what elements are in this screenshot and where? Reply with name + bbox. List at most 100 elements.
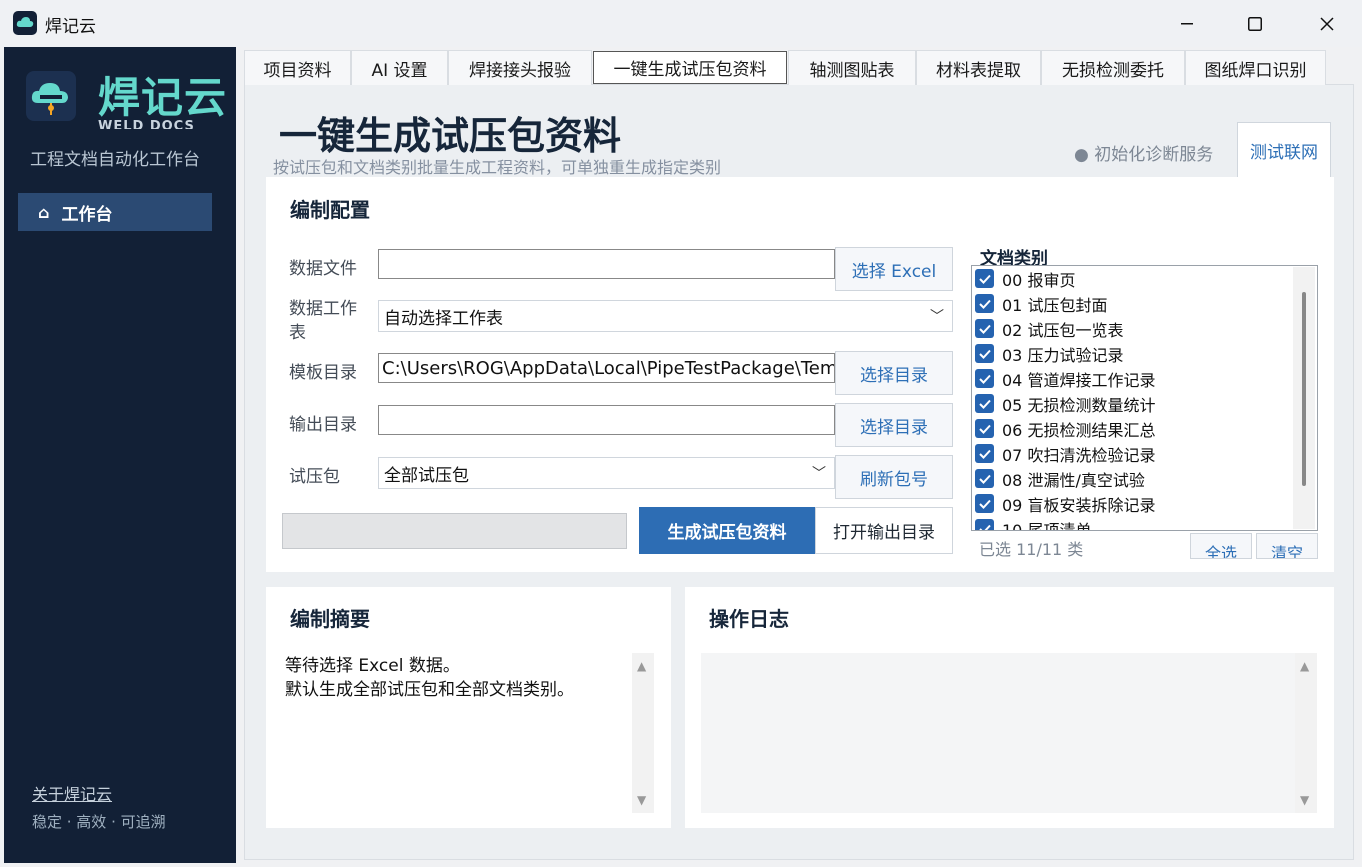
- tab-weld-joint-inspection[interactable]: 焊接接头报验: [448, 50, 592, 85]
- tab-generate-test-package[interactable]: 一键生成试压包资料: [593, 51, 787, 84]
- worksheet-select[interactable]: 自动选择工作表 ﹀: [378, 300, 953, 332]
- page-description: 按试压包和文档类别批量生成工程资料，可单独重生成指定类别: [273, 158, 722, 177]
- sidebar-item-workbench[interactable]: ⌂ 工作台: [18, 193, 212, 231]
- tab-ai-settings[interactable]: AI 设置: [351, 50, 448, 85]
- data-file-label: 数据文件: [289, 259, 357, 279]
- summary-text[interactable]: 等待选择 Excel 数据。 默认生成全部试压包和全部文档类别。: [285, 654, 625, 702]
- doc-type-label: 02 试压包一览表: [1002, 320, 1124, 340]
- checkbox-checked-icon[interactable]: [975, 369, 994, 388]
- checkbox-checked-icon[interactable]: [975, 469, 994, 488]
- scroll-up-icon[interactable]: ▲: [1300, 659, 1309, 673]
- scroll-down-icon[interactable]: ▼: [1300, 793, 1309, 807]
- package-value: 全部试压包: [384, 465, 469, 486]
- checkbox-checked-icon[interactable]: [975, 419, 994, 438]
- tab-ndt-commission[interactable]: 无损检测委托: [1041, 50, 1185, 85]
- open-output-button[interactable]: 打开输出目录: [815, 507, 953, 554]
- refresh-package-button[interactable]: 刷新包号: [835, 455, 953, 499]
- output-dir-input[interactable]: [378, 405, 835, 435]
- scroll-up-icon[interactable]: ▲: [637, 659, 646, 673]
- list-item[interactable]: 01 试压包封面: [975, 291, 1107, 316]
- package-label: 试压包: [289, 467, 340, 487]
- select-template-dir-button[interactable]: 选择目录: [835, 351, 953, 395]
- output-dir-label: 输出目录: [289, 415, 357, 435]
- doc-type-label: 00 报审页: [1002, 270, 1076, 290]
- doc-type-label: 03 压力试验记录: [1002, 345, 1124, 365]
- select-excel-button[interactable]: 选择 Excel: [835, 247, 953, 291]
- data-file-input[interactable]: [378, 249, 835, 279]
- list-item[interactable]: 05 无损检测数量统计: [975, 391, 1155, 416]
- template-dir-input[interactable]: C:\Users\ROG\AppData\Local\PipeTestPacka…: [378, 353, 835, 383]
- doc-type-label: 09 盲板安装拆除记录: [1002, 495, 1156, 515]
- title-bar: 焊记云: [0, 0, 1362, 47]
- list-item[interactable]: 04 管道焊接工作记录: [975, 366, 1155, 391]
- sidebar: 焊记云 WELD DOCS CL 工程文档自动化工作台 ⌂ 工作台 关于焊记云 …: [4, 47, 236, 863]
- list-item[interactable]: 00 报审页: [975, 266, 1075, 291]
- checkbox-checked-icon[interactable]: [975, 394, 994, 413]
- checkbox-checked-icon[interactable]: [975, 319, 994, 338]
- list-item[interactable]: 08 泄漏性/真空试验: [975, 466, 1145, 491]
- logo-icon: [26, 71, 76, 121]
- list-item[interactable]: 10 尾项清单: [975, 516, 1092, 531]
- about-link[interactable]: 关于焊记云: [32, 781, 112, 805]
- sidebar-tagline: 工程文档自动化工作台: [30, 150, 200, 170]
- test-network-button[interactable]: 测试联网: [1237, 122, 1331, 178]
- worksheet-value: 自动选择工作表: [384, 308, 503, 329]
- doc-types-list: 00 报审页 01 试压包封面 02 试压包一览表 03 压力试验记录 04 管…: [971, 265, 1318, 531]
- sidebar-item-label: 工作台: [61, 204, 113, 225]
- select-output-dir-button[interactable]: 选择目录: [835, 403, 953, 447]
- list-item[interactable]: 07 吹扫清洗检验记录: [975, 441, 1155, 466]
- minimize-button[interactable]: [1153, 0, 1221, 47]
- doc-type-label: 07 吹扫清洗检验记录: [1002, 445, 1156, 465]
- clear-button[interactable]: 清空: [1256, 533, 1318, 559]
- config-title: 编制配置: [290, 198, 370, 222]
- generate-button[interactable]: 生成试压包资料: [639, 507, 815, 554]
- checkbox-checked-icon[interactable]: [975, 494, 994, 513]
- tab-isometric-table[interactable]: 轴测图贴表: [788, 50, 916, 85]
- home-icon: ⌂: [38, 202, 50, 222]
- checkbox-checked-icon[interactable]: [975, 444, 994, 463]
- checkbox-checked-icon[interactable]: [975, 294, 994, 313]
- tab-project-data[interactable]: 项目资料: [244, 50, 351, 85]
- checkbox-checked-icon[interactable]: [975, 344, 994, 363]
- close-button[interactable]: [1293, 0, 1361, 47]
- page-title: 一键生成试压包资料: [279, 114, 622, 158]
- window-title: 焊记云: [45, 17, 96, 37]
- doc-type-label: 08 泄漏性/真空试验: [1002, 470, 1145, 490]
- summary-line: 等待选择 Excel 数据。: [285, 656, 460, 676]
- log-scrollbar[interactable]: ▲ ▼: [1295, 653, 1317, 813]
- diagnostic-status: ● 初始化诊断服务: [1074, 145, 1214, 165]
- doc-type-label: 01 试压包封面: [1002, 295, 1108, 315]
- chevron-down-icon: ﹀: [930, 309, 944, 325]
- summary-scrollbar[interactable]: ▲ ▼: [632, 653, 654, 813]
- list-item[interactable]: 06 无损检测结果汇总: [975, 416, 1155, 441]
- doc-type-label: 10 尾项清单: [1002, 520, 1092, 531]
- chevron-down-icon: ﹀: [812, 466, 826, 482]
- checkbox-checked-icon[interactable]: [975, 269, 994, 288]
- list-item[interactable]: 03 压力试验记录: [975, 341, 1123, 366]
- tab-material-extract[interactable]: 材料表提取: [916, 50, 1041, 85]
- doc-type-label: 04 管道焊接工作记录: [1002, 370, 1156, 390]
- selected-count: 已选 11/11 类: [979, 540, 1084, 559]
- worksheet-label: 数据工作表: [289, 299, 357, 343]
- brand-subtitle: WELD DOCS CL: [98, 119, 195, 129]
- progress-bar: [282, 513, 627, 549]
- sidebar-motto: 稳定 · 高效 · 可追溯: [32, 813, 166, 831]
- list-item[interactable]: 09 盲板安装拆除记录: [975, 491, 1155, 516]
- template-dir-label: 模板目录: [289, 363, 357, 383]
- doc-list-scrollbar[interactable]: [1293, 267, 1315, 529]
- scrollbar-thumb[interactable]: [1302, 292, 1306, 486]
- list-item[interactable]: 02 试压包一览表: [975, 316, 1123, 341]
- package-select[interactable]: 全部试压包 ﹀: [378, 457, 835, 489]
- summary-line: 默认生成全部试压包和全部文档类别。: [285, 680, 574, 700]
- tab-drawing-weld-recognition[interactable]: 图纸焊口识别: [1185, 50, 1326, 85]
- summary-title: 编制摘要: [290, 607, 370, 631]
- log-textarea[interactable]: [701, 653, 1295, 813]
- select-all-button[interactable]: 全选: [1190, 533, 1252, 559]
- doc-type-label: 05 无损检测数量统计: [1002, 395, 1156, 415]
- maximize-button[interactable]: [1221, 0, 1289, 47]
- doc-type-label: 06 无损检测结果汇总: [1002, 420, 1156, 440]
- checkbox-checked-icon[interactable]: [975, 519, 994, 530]
- brand-name: 焊记云: [98, 73, 228, 122]
- app-icon: [13, 11, 37, 35]
- scroll-down-icon[interactable]: ▼: [637, 793, 646, 807]
